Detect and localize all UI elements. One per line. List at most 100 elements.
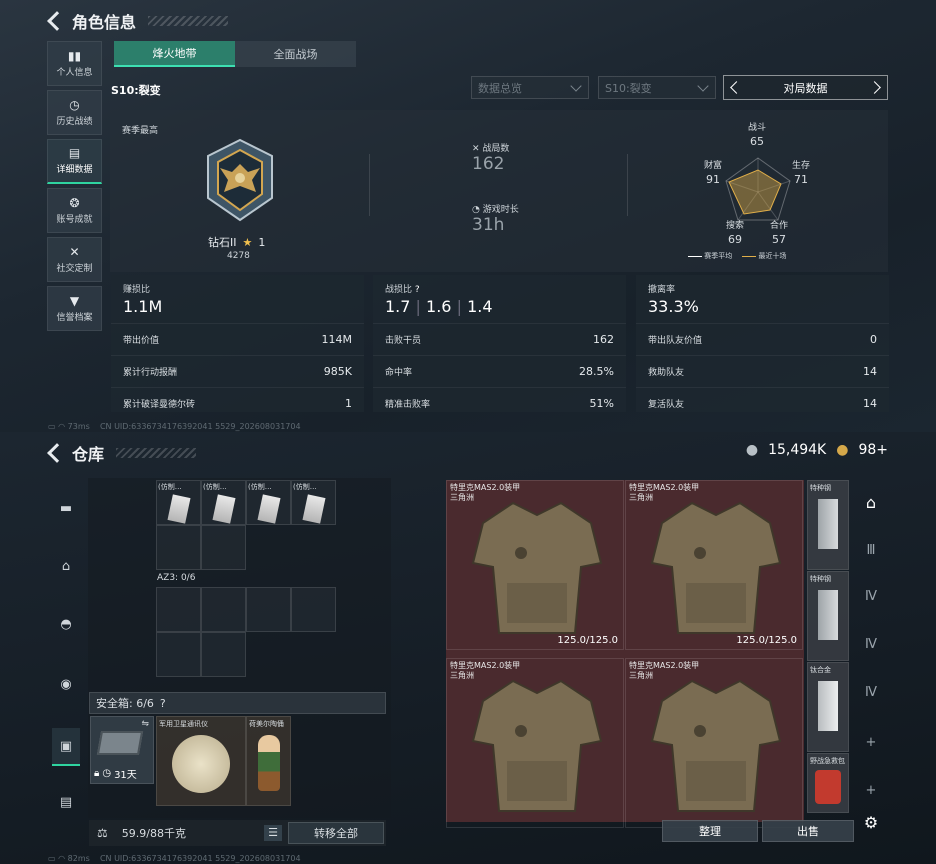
tier-iv-icon[interactable]: Ⅳ: [858, 632, 884, 658]
nav-personal-info[interactable]: ▮▮ 个人信息: [47, 41, 102, 86]
safe-box-category-icon[interactable]: ▣: [52, 728, 80, 766]
item-icon: [211, 494, 236, 524]
separator: |: [415, 297, 421, 316]
transfer-all-button[interactable]: 转移全部: [288, 822, 384, 844]
stat-card-profit: 赚损比 1.1M 带出价值 114M 累计行动报酬 985K 累计破译曼德尔砖 1: [111, 275, 364, 412]
item-label: (仿制…: [293, 483, 317, 491]
radar-teamwork: 合作 57: [770, 220, 788, 246]
item-name: 特里克MAS2.0装甲: [629, 483, 700, 492]
diamond-rank-badge-icon: [207, 138, 273, 222]
armor-vest-item[interactable]: 特里克MAS2.0装甲 三角洲 125.0/125.0: [625, 480, 803, 650]
season-dropdown[interactable]: S10:裂变: [598, 76, 716, 99]
armor-plate-item[interactable]: 特种钢: [807, 571, 849, 661]
back-arrow-icon[interactable]: [47, 11, 67, 31]
item-name: 特里克MAS2.0装甲: [629, 661, 700, 670]
rank-stars: 1: [258, 235, 266, 249]
armor-vest-item[interactable]: 特里克MAS2.0装甲 三角洲: [446, 658, 624, 828]
help-icon[interactable]: ?: [160, 697, 166, 710]
briefcase-category-icon[interactable]: ▤: [52, 788, 80, 816]
chevron-left-icon[interactable]: [730, 81, 743, 94]
tier-iii-icon[interactable]: Ⅲ: [858, 538, 884, 564]
item-name: 特里克MAS2.0装甲: [450, 661, 521, 670]
swap-icon: ⇋: [141, 719, 149, 729]
season-best-label: 赛季最高: [122, 126, 159, 136]
empty-slot[interactable]: [201, 587, 246, 632]
weight-icon: ⚖: [97, 826, 108, 840]
help-icon[interactable]: ?: [415, 285, 420, 295]
page-title: 仓库: [72, 445, 105, 464]
inventory-slot[interactable]: (仿制…: [156, 480, 201, 525]
armor-plate-item[interactable]: 特种钢: [807, 480, 849, 570]
row-label: 命中率: [385, 368, 413, 378]
footer-status: ▭ ◠ 82ms CN UID:6336734176392041 5529_20…: [48, 854, 301, 863]
stat-row: 命中率 28.5%: [373, 355, 626, 387]
inventory-slot[interactable]: (仿制…: [291, 480, 336, 525]
empty-slot[interactable]: [291, 587, 336, 632]
storage-icon[interactable]: ⌂: [858, 490, 884, 516]
tier-iv-icon[interactable]: Ⅳ: [858, 584, 884, 610]
list-icon[interactable]: ☰: [264, 825, 282, 841]
weapon-category-icon[interactable]: ▬: [52, 494, 80, 522]
tab-warfare-zone[interactable]: 烽火地带: [114, 41, 235, 67]
gear-icon[interactable]: ⚙: [858, 810, 884, 836]
nav-history[interactable]: ◷ 历史战绩: [47, 90, 102, 135]
backpack-category-icon[interactable]: ◉: [52, 670, 80, 698]
legend-line-gold: [742, 255, 757, 257]
add-icon[interactable]: +: [858, 778, 884, 804]
row-label: 累计行动报酬: [123, 368, 178, 378]
nav-achievements[interactable]: ❂ 账号成就: [47, 188, 102, 233]
card-label: 赚损比: [123, 285, 151, 295]
empty-slot[interactable]: [156, 632, 201, 677]
safe-box-item[interactable]: ⇋ 🔒︎ ◷ 31天: [90, 716, 154, 784]
side-nav: ▮▮ 个人信息 ◷ 历史战绩 ▤ 详细数据 ❂ 账号成就 ✕ 社交定制 ▼ 信誉档案: [47, 41, 102, 335]
overview-dropdown[interactable]: 数据总览: [471, 76, 589, 99]
warehouse-screen: 仓库 ● 15,494K ● 98+ ▬ ⌂ ◓ ◉ ▣ ▤ (仿制… (仿制… (…: [0, 432, 936, 864]
armor-vest-item[interactable]: 特里克MAS2.0装甲 三角洲 125.0/125.0: [446, 480, 624, 650]
tier-iv-icon[interactable]: Ⅳ: [858, 680, 884, 706]
vest-category-icon[interactable]: ⌂: [52, 552, 80, 580]
inventory-slot[interactable]: (仿制…: [246, 480, 291, 525]
inventory-slot[interactable]: (仿制…: [201, 480, 246, 525]
row-value: 985K: [323, 365, 352, 378]
empty-slot[interactable]: [246, 587, 291, 632]
helmet-category-icon[interactable]: ◓: [52, 610, 80, 638]
battery-icon: ▭: [48, 422, 56, 431]
radar-value: 71: [794, 173, 808, 186]
matches-label: 战局数: [482, 144, 510, 154]
matches-value: 162: [472, 154, 505, 174]
safe-box-item[interactable]: 军用卫星通讯仪: [156, 716, 246, 806]
kd-values: 1.7 | 1.6 | 1.4: [385, 297, 614, 316]
row-value: 28.5%: [579, 365, 614, 378]
sell-button[interactable]: 出售: [762, 820, 854, 842]
card-value: 33.3%: [648, 297, 699, 316]
add-icon[interactable]: +: [858, 730, 884, 756]
rank-name: 钻石II: [208, 236, 237, 249]
medkit-item[interactable]: 野战急救包: [807, 753, 849, 813]
item-label: (仿制…: [248, 483, 272, 491]
armor-vest-icon: [650, 501, 782, 634]
chevron-right-icon[interactable]: [868, 81, 881, 94]
chevron-down-icon: [697, 80, 709, 92]
safe-box-item[interactable]: 荷美尔陶俑: [246, 716, 291, 806]
armor-plate-item[interactable]: 钛合金: [807, 662, 849, 752]
empty-slot[interactable]: [156, 587, 201, 632]
empty-slot[interactable]: [201, 632, 246, 677]
nav-credit-file[interactable]: ▼ 信誉档案: [47, 286, 102, 331]
item-name: 特里克MAS2.0装甲: [450, 483, 521, 492]
nav-social-custom[interactable]: ✕ 社交定制: [47, 237, 102, 282]
radar-wealth: 财富 91: [704, 160, 722, 186]
item-name: 特种钢: [810, 484, 831, 492]
weight-value: 59.9/88千克: [121, 827, 186, 840]
title-bar: 仓库: [46, 441, 197, 465]
empty-slot[interactable]: [156, 525, 201, 570]
back-arrow-icon[interactable]: [47, 443, 67, 463]
stat-row: 累计破译曼德尔砖 1: [111, 387, 364, 419]
nav-detailed-data[interactable]: ▤ 详细数据: [47, 139, 102, 184]
stat-row: 带出价值 114M: [111, 323, 364, 355]
empty-slot[interactable]: [201, 525, 246, 570]
row-label: 复活队友: [648, 400, 685, 410]
organize-button[interactable]: 整理: [662, 820, 758, 842]
armor-vest-item[interactable]: 特里克MAS2.0装甲 三角洲: [625, 658, 803, 828]
tab-full-battlefield[interactable]: 全面战场: [235, 41, 356, 67]
title-decoration: [148, 16, 229, 26]
